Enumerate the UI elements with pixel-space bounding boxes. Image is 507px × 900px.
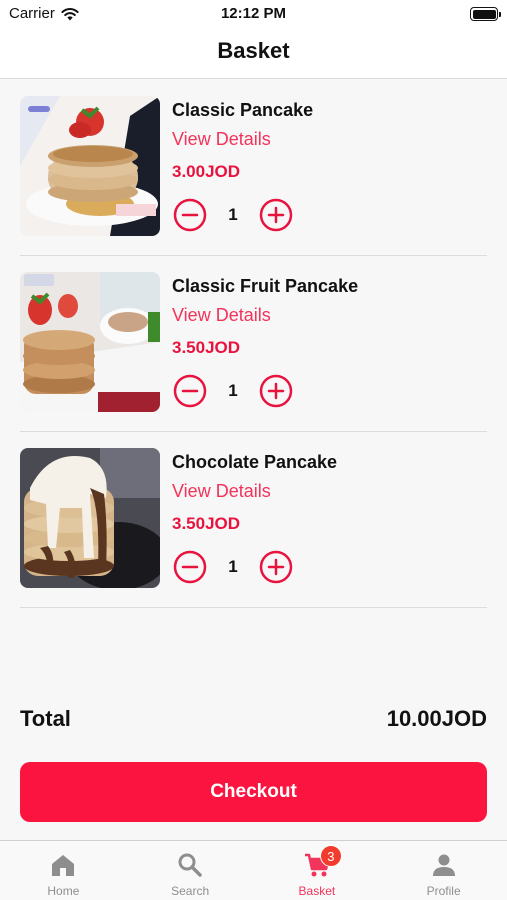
chocolate-pancake-image <box>20 448 160 588</box>
quantity-value: 1 <box>228 205 238 224</box>
navigation-bar: Basket <box>0 28 507 79</box>
item-price: 3.50JOD <box>172 338 241 357</box>
search-icon <box>178 853 202 877</box>
item-name: Classic Pancake <box>172 100 314 120</box>
plus-circle-icon <box>259 550 293 584</box>
basket-list: Classic Pancake View Details 3.00JOD 1 C… <box>20 80 487 608</box>
cart-count-badge: 3 <box>319 845 342 867</box>
view-details-link[interactable]: View Details <box>172 129 271 150</box>
quantity-stepper: 1 <box>173 550 293 584</box>
home-icon <box>52 855 75 876</box>
basket-item: Classic Pancake View Details 3.00JOD 1 <box>20 80 487 256</box>
person-icon <box>432 854 455 876</box>
quantity-value: 1 <box>228 381 238 400</box>
total-value: 10.00JOD <box>386 706 487 731</box>
item-price: 3.00JOD <box>172 162 241 181</box>
classic-fruit-pancake-image <box>20 272 160 412</box>
minus-circle-icon <box>173 550 207 584</box>
quantity-stepper: 1 <box>173 374 293 408</box>
item-name: Classic Fruit Pancake <box>172 276 359 296</box>
item-price: 3.50JOD <box>172 514 241 533</box>
view-details-link[interactable]: View Details <box>172 481 271 502</box>
basket-item: Chocolate Pancake View Details 3.50JOD 1 <box>20 432 487 608</box>
total-row: Total 10.00JOD <box>20 703 487 737</box>
increase-quantity-button[interactable] <box>259 550 293 584</box>
decrease-quantity-button[interactable] <box>173 550 207 584</box>
view-details-link[interactable]: View Details <box>172 305 271 326</box>
total-label: Total <box>20 706 71 731</box>
checkout-button[interactable]: Checkout <box>20 762 487 822</box>
decrease-quantity-button[interactable] <box>173 374 207 408</box>
tab-bar: Home Search 3 Basket Profile <box>0 840 507 900</box>
basket-item: Classic Fruit Pancake View Details 3.50J… <box>20 256 487 432</box>
status-time: 12:12 PM <box>220 5 287 22</box>
tab-basket-label: Basket <box>298 884 336 898</box>
plus-circle-icon <box>259 198 293 232</box>
battery-icon <box>470 7 501 21</box>
item-name: Chocolate Pancake <box>172 452 338 472</box>
tab-search[interactable]: Search <box>127 841 254 900</box>
tab-basket[interactable]: 3 Basket <box>254 841 381 900</box>
tab-home[interactable]: Home <box>0 841 127 900</box>
increase-quantity-button[interactable] <box>259 374 293 408</box>
tab-search-label: Search <box>171 884 210 898</box>
tab-profile[interactable]: Profile <box>380 841 507 900</box>
increase-quantity-button[interactable] <box>259 198 293 232</box>
status-bar: Carrier 12:12 PM <box>0 0 507 28</box>
quantity-stepper: 1 <box>173 198 293 232</box>
minus-circle-icon <box>173 374 207 408</box>
classic-pancake-image <box>20 96 160 236</box>
plus-circle-icon <box>259 374 293 408</box>
decrease-quantity-button[interactable] <box>173 198 207 232</box>
tab-profile-label: Profile <box>426 884 461 898</box>
page-title: Basket <box>217 38 290 63</box>
minus-circle-icon <box>173 198 207 232</box>
tab-home-label: Home <box>47 884 80 898</box>
quantity-value: 1 <box>228 557 238 576</box>
